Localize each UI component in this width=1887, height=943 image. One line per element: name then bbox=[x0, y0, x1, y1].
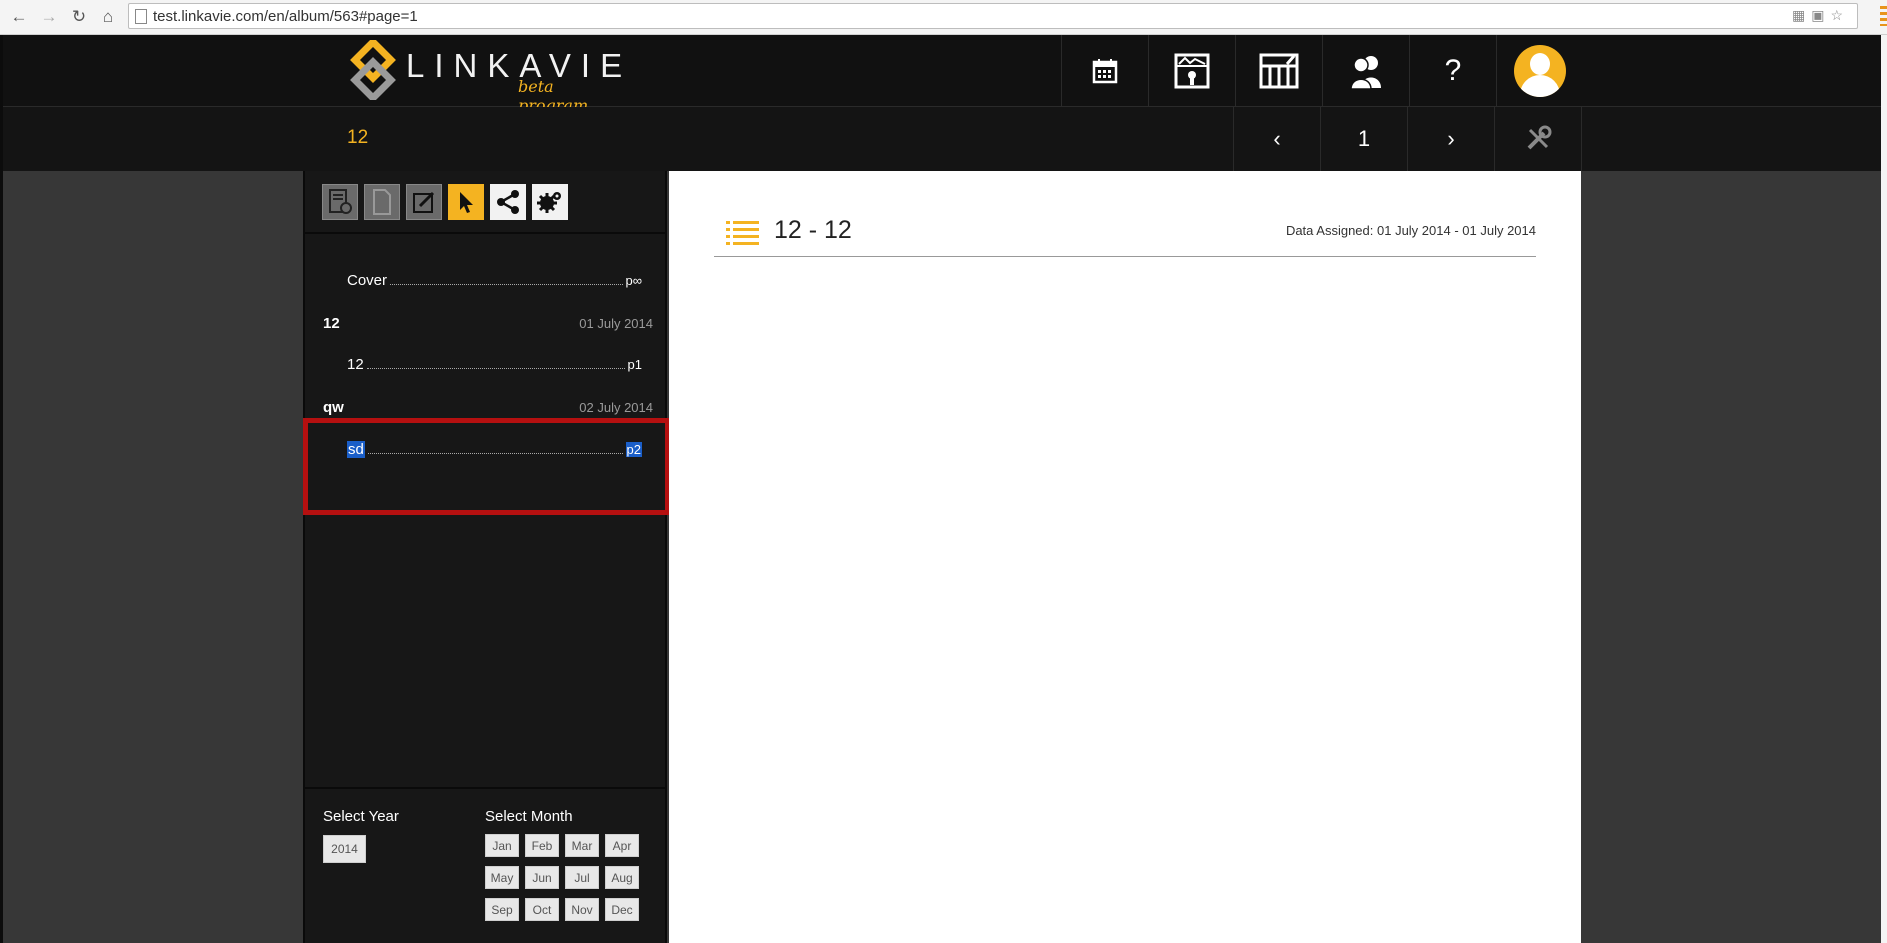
dot-leader bbox=[366, 367, 625, 369]
select-month-label: Select Month bbox=[485, 808, 573, 825]
settings-button[interactable] bbox=[532, 184, 568, 220]
toc-chapter[interactable]: qw 02 July 2014 bbox=[323, 399, 653, 416]
forward-icon[interactable]: → bbox=[38, 6, 60, 28]
page-navigation: ‹ 1 › bbox=[1233, 107, 1582, 171]
toc-page-number: p∞ bbox=[625, 272, 643, 288]
year-button[interactable]: 2014 bbox=[323, 835, 366, 863]
album-settings-button[interactable] bbox=[322, 184, 358, 220]
logo-mark-icon bbox=[350, 40, 396, 100]
url-text[interactable]: test.linkavie.com/en/album/563#page=1 bbox=[153, 8, 418, 25]
month-button[interactable]: Jun bbox=[525, 866, 559, 889]
divider bbox=[305, 232, 665, 234]
date-assigned: Data Assigned: 01 July 2014 - 01 July 20… bbox=[1285, 223, 1536, 238]
calendar-button[interactable] bbox=[1061, 35, 1148, 106]
chapter-date: 01 July 2014 bbox=[579, 316, 653, 331]
toc-chapter[interactable]: 12 01 July 2014 bbox=[323, 315, 653, 332]
month-button[interactable]: Feb bbox=[525, 834, 559, 857]
avatar bbox=[1514, 44, 1566, 97]
page-number: 1 bbox=[1320, 107, 1407, 171]
wrench-icon bbox=[1527, 125, 1552, 150]
bookshelf-icon bbox=[1259, 53, 1299, 88]
calendar-icon bbox=[1092, 58, 1118, 83]
toc-page-number: p1 bbox=[627, 356, 642, 372]
album-settings-icon bbox=[329, 189, 352, 214]
month-button[interactable]: Oct bbox=[525, 898, 559, 921]
album-bar: 12 ‹ 1 › bbox=[3, 107, 1881, 171]
page-number-label: 1 bbox=[1357, 126, 1371, 151]
month-button[interactable]: May bbox=[485, 866, 519, 889]
photo-album-icon bbox=[1174, 53, 1210, 88]
reload-icon[interactable]: ↻ bbox=[68, 6, 90, 28]
month-button[interactable]: Jan bbox=[485, 834, 519, 857]
list-icon bbox=[726, 221, 759, 245]
highlight-box bbox=[303, 418, 670, 515]
bookmark-star-icon[interactable]: ▦▣☆ bbox=[1792, 7, 1849, 24]
page-icon bbox=[373, 189, 391, 215]
select-pointer-icon bbox=[460, 192, 473, 213]
page-button[interactable] bbox=[364, 184, 400, 220]
album-title: 12 bbox=[347, 127, 369, 148]
chapter-date: 02 July 2014 bbox=[579, 400, 653, 415]
toc-page-item[interactable]: 12 p1 bbox=[347, 355, 642, 373]
select-tool-button[interactable] bbox=[448, 184, 484, 220]
profile-button[interactable] bbox=[1496, 35, 1583, 106]
help-icon: ? bbox=[1444, 53, 1462, 87]
sidebar-toolbar bbox=[322, 184, 568, 220]
toc-cover-item[interactable]: Cover p∞ bbox=[347, 271, 642, 289]
next-page-button[interactable]: › bbox=[1407, 107, 1494, 171]
help-button[interactable]: ? bbox=[1409, 35, 1496, 106]
toc-page-label: 12 bbox=[347, 355, 364, 373]
sidebar: Cover p∞ 12 01 July 2014 12 p1 qw 02 Jul… bbox=[303, 171, 670, 943]
month-button[interactable]: Nov bbox=[565, 898, 599, 921]
edit-icon bbox=[413, 191, 435, 213]
album-page: 12 - 12 Data Assigned: 01 July 2014 - 01… bbox=[669, 171, 1581, 943]
month-button[interactable]: Dec bbox=[605, 898, 639, 921]
month-button[interactable]: Apr bbox=[605, 834, 639, 857]
share-icon bbox=[497, 190, 519, 214]
chapter-name: qw bbox=[323, 399, 344, 416]
browser-menu-icon[interactable] bbox=[1880, 6, 1887, 26]
chapter-name: 12 bbox=[323, 315, 340, 332]
people-icon bbox=[1350, 55, 1381, 90]
window-edge bbox=[0, 35, 3, 943]
edit-button[interactable] bbox=[406, 184, 442, 220]
address-bar[interactable]: test.linkavie.com/en/album/563#page=1 ▦▣… bbox=[128, 3, 1858, 29]
share-button[interactable] bbox=[490, 184, 526, 220]
library-button[interactable] bbox=[1235, 35, 1322, 106]
tools-button[interactable] bbox=[1494, 107, 1582, 171]
album-button[interactable] bbox=[1148, 35, 1235, 106]
settings-icon bbox=[537, 192, 561, 213]
dot-leader bbox=[390, 283, 623, 285]
title-divider bbox=[714, 256, 1536, 257]
home-icon[interactable]: ⌂ bbox=[97, 6, 119, 28]
month-button[interactable]: Mar bbox=[565, 834, 599, 857]
back-icon[interactable]: ← bbox=[8, 6, 30, 28]
month-button[interactable]: Jul bbox=[565, 866, 599, 889]
date-filter: Select Year Select Month 2014 Jan Feb Ma… bbox=[305, 789, 665, 943]
month-button[interactable]: Sep bbox=[485, 898, 519, 921]
toc-page-label: Cover bbox=[347, 271, 388, 289]
chevron-left-icon: ‹ bbox=[1273, 126, 1281, 151]
chevron-right-icon: › bbox=[1447, 126, 1455, 151]
page-icon bbox=[135, 9, 147, 24]
month-button[interactable]: Aug bbox=[605, 866, 639, 889]
prev-page-button[interactable]: ‹ bbox=[1233, 107, 1320, 171]
top-navigation-bar: LINKAVIE beta program ? bbox=[3, 35, 1881, 115]
window-edge bbox=[1881, 35, 1887, 943]
people-button[interactable] bbox=[1322, 35, 1409, 106]
page-title: 12 - 12 bbox=[774, 216, 852, 244]
top-nav: ? bbox=[1061, 35, 1583, 106]
select-year-label: Select Year bbox=[323, 808, 399, 825]
logo[interactable]: LINKAVIE beta program bbox=[346, 37, 622, 115]
browser-toolbar: ← → ↻ ⌂ test.linkavie.com/en/album/563#p… bbox=[0, 0, 1887, 35]
